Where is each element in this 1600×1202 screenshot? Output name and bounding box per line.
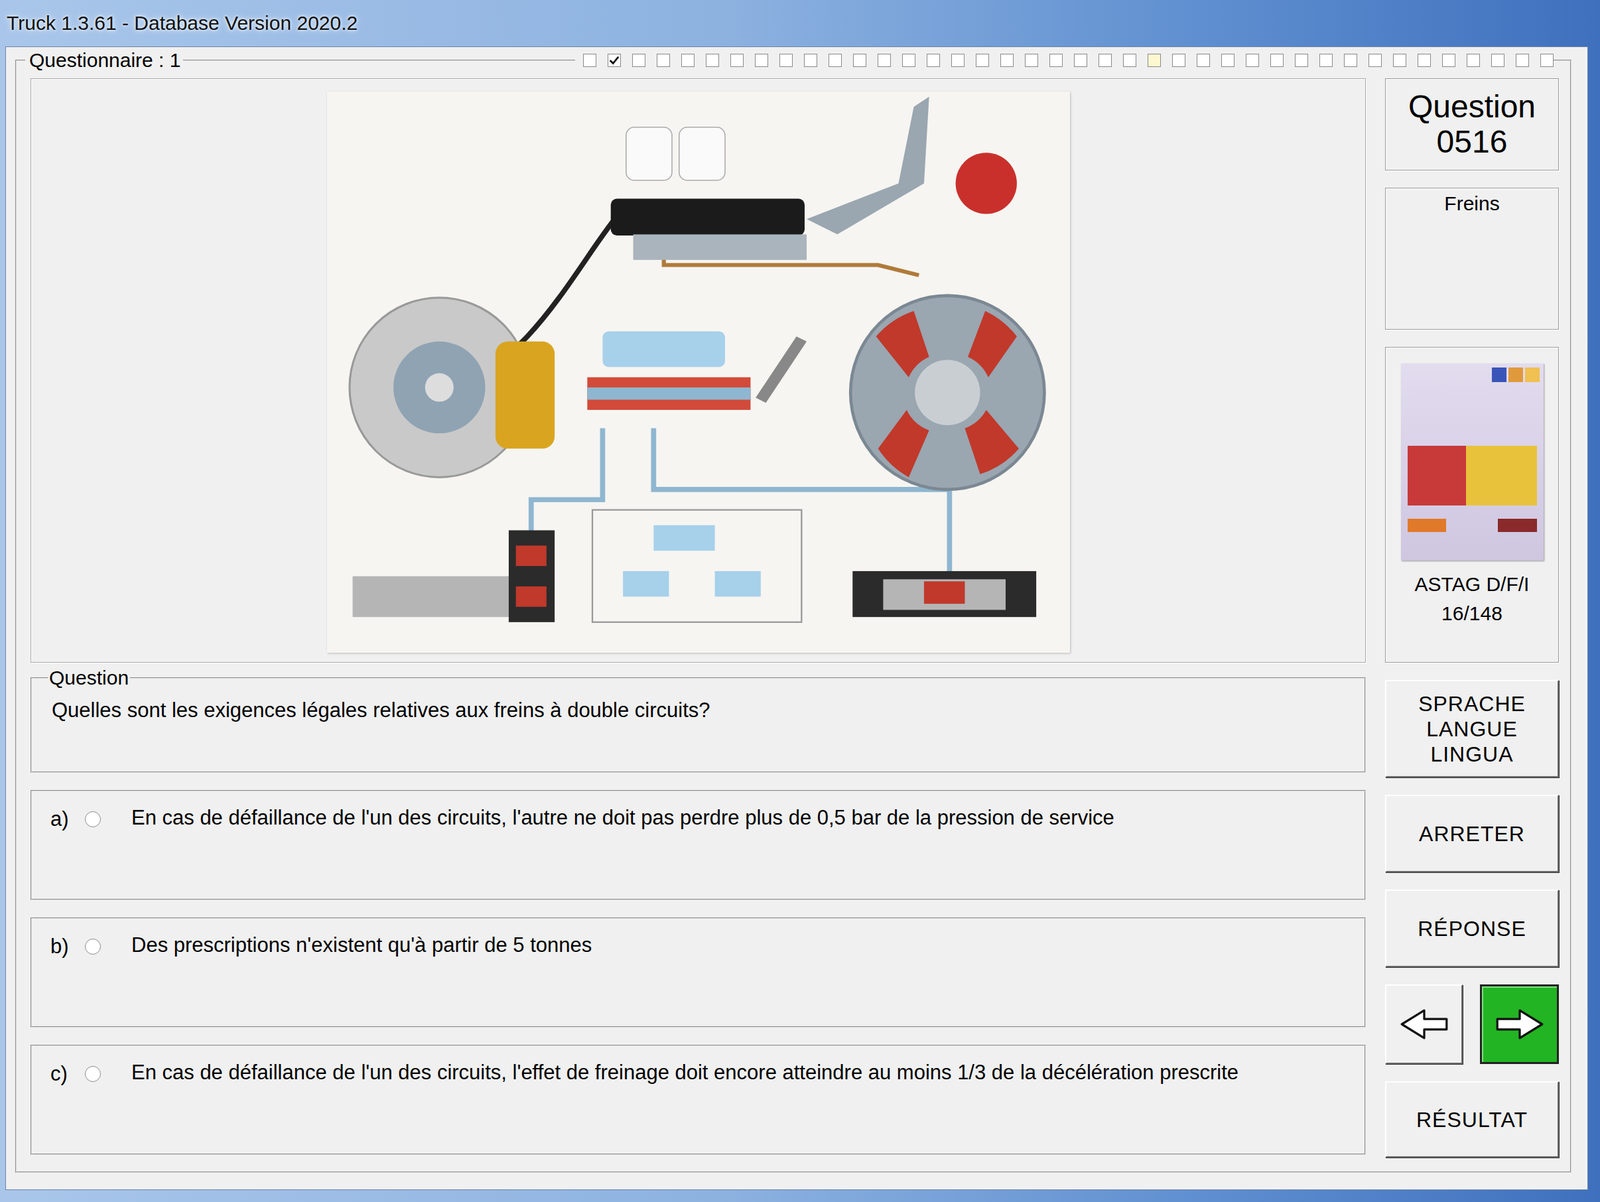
answer-option[interactable]: c) En cas de défaillance de l'un des cir… (30, 1044, 1366, 1155)
answer-radio[interactable] (84, 938, 101, 955)
question-number-box: Question 0516 (1385, 78, 1559, 171)
progress-checkbox[interactable] (1319, 53, 1333, 67)
navigation-buttons (1385, 984, 1559, 1065)
progress-checkbox[interactable] (1368, 53, 1382, 67)
progress-checkbox[interactable] (828, 53, 842, 67)
progress-row (575, 49, 1554, 71)
action-button[interactable]: SPRACHELANGUELINGUA (1385, 679, 1559, 778)
action-button[interactable]: ARRETER (1385, 794, 1559, 873)
progress-checkbox[interactable] (853, 53, 867, 67)
category-label: Freins (1444, 192, 1500, 215)
progress-checkbox[interactable] (902, 53, 916, 67)
progress-checkbox[interactable] (975, 53, 990, 67)
question-group: Question Quelles sont les exigences léga… (30, 666, 1366, 773)
answer-radio[interactable] (84, 1066, 101, 1082)
button-label: SPRACHE (1418, 691, 1526, 717)
button-label: LINGUA (1430, 741, 1514, 767)
progress-checkbox[interactable] (951, 53, 965, 67)
progress-checkbox[interactable] (1000, 53, 1014, 67)
progress-checkbox[interactable] (1393, 53, 1407, 67)
title-bar: Truck 1.3.61 - Database Version 2020.2 (0, 0, 1600, 47)
answer-text: Des prescriptions n'existent qu'à partir… (131, 930, 592, 960)
answer-radio[interactable] (84, 811, 101, 828)
book-cover-image (1400, 363, 1544, 561)
progress-checkbox[interactable] (1540, 53, 1554, 67)
progress-checkbox[interactable] (1073, 53, 1088, 67)
answer-text: En cas de défaillance de l'un des circui… (131, 803, 1115, 832)
arrow-right-icon (1493, 1006, 1546, 1043)
app-window: Truck 1.3.61 - Database Version 2020.2 Q… (0, 0, 1600, 1202)
button-label: ARRETER (1418, 821, 1526, 847)
action-button[interactable]: RÉSULTAT (1385, 1081, 1559, 1158)
progress-checkbox[interactable] (1245, 53, 1260, 67)
progress-checkbox[interactable] (705, 53, 720, 67)
progress-checkbox[interactable] (1294, 53, 1309, 67)
progress-checkbox[interactable] (877, 53, 891, 67)
questionnaire-header: Questionnaire : 1 (25, 49, 1554, 72)
check-icon (608, 54, 621, 67)
progress-checkbox[interactable] (1417, 53, 1431, 67)
questionnaire-label: Questionnaire : 1 (25, 49, 184, 72)
source-box: ASTAG D/F/I 16/148 (1385, 346, 1559, 663)
answer-letter: b) (50, 930, 85, 959)
progress-checkbox[interactable] (779, 53, 793, 67)
image-panel (30, 78, 1366, 663)
arrow-left-icon (1398, 1006, 1451, 1043)
next-button[interactable] (1479, 984, 1559, 1065)
progress-checkbox[interactable] (803, 53, 818, 67)
window-title: Truck 1.3.61 - Database Version 2020.2 (6, 11, 358, 35)
back-button[interactable] (1385, 984, 1463, 1065)
question-label: Question (1408, 89, 1536, 125)
header-line (183, 59, 576, 62)
client-area: Questionnaire : 1 Question Quelles sont … (5, 46, 1589, 1191)
question-number: 0516 (1436, 124, 1508, 160)
progress-checkbox[interactable] (1491, 53, 1505, 67)
progress-checkbox[interactable] (1466, 53, 1480, 67)
progress-checkbox[interactable] (1196, 53, 1210, 67)
progress-checkbox[interactable] (632, 53, 646, 67)
button-label: RÉPONSE (1417, 916, 1526, 942)
question-group-label: Question (47, 666, 131, 690)
button-label: LANGUE (1426, 716, 1518, 742)
progress-checkbox[interactable] (926, 53, 940, 67)
progress-checkbox[interactable] (1172, 53, 1186, 67)
progress-checkbox[interactable] (1049, 53, 1063, 67)
answer-option[interactable]: b) Des prescriptions n'existent qu'à par… (30, 917, 1366, 1028)
answer-letter: c) (50, 1058, 85, 1086)
progress-checkbox[interactable] (607, 53, 621, 67)
category-box: Freins (1385, 187, 1559, 330)
progress-checkbox[interactable] (1123, 53, 1137, 67)
progress-checkbox[interactable] (656, 53, 670, 67)
progress-checkbox[interactable] (1024, 53, 1039, 67)
button-label: RÉSULTAT (1416, 1107, 1528, 1133)
progress-checkbox[interactable] (1442, 53, 1456, 67)
question-text: Quelles sont les exigences légales relat… (51, 698, 1345, 723)
progress-checkbox[interactable] (681, 53, 695, 67)
source-title: ASTAG D/F/I (1414, 569, 1530, 600)
answer-text: En cas de défaillance de l'un des circui… (131, 1058, 1239, 1087)
source-page: 16/148 (1441, 599, 1503, 629)
progress-checkbox[interactable] (1270, 53, 1284, 67)
progress-checkbox[interactable] (1098, 53, 1112, 67)
answer-letter: a) (50, 803, 85, 832)
progress-checkbox[interactable] (1221, 53, 1235, 67)
progress-checkbox[interactable] (1147, 53, 1161, 67)
brake-system-photo (327, 91, 1070, 653)
progress-checkbox[interactable] (1515, 53, 1530, 67)
progress-checkbox[interactable] (730, 53, 744, 67)
progress-checkbox[interactable] (583, 53, 597, 67)
progress-checkbox[interactable] (1343, 53, 1358, 67)
progress-checkbox[interactable] (754, 53, 769, 67)
questionnaire-group: Questionnaire : 1 Question Quelles sont … (15, 49, 1572, 1173)
action-button[interactable]: RÉPONSE (1385, 889, 1559, 968)
answer-option[interactable]: a) En cas de défaillance de l'un des cir… (30, 790, 1366, 901)
